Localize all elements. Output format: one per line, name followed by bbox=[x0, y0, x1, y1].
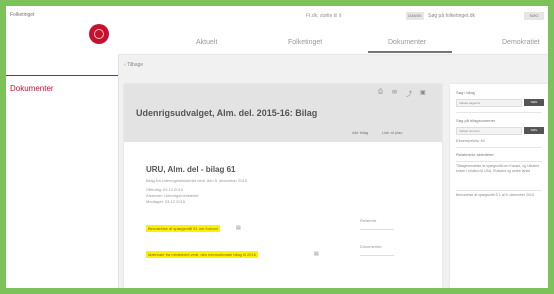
top-link[interactable]: Ft.dk; støtte til it bbox=[306, 13, 341, 19]
share-icon[interactable]: ⤴ bbox=[406, 89, 412, 98]
meta-sender: Afsender: Udenrigsministeriet bbox=[146, 193, 199, 198]
sidebar-divider bbox=[6, 75, 118, 76]
document-panel: ⎙ ✉ ⤴ ▣ Udenrigsudvalget, Alm. del. 2015… bbox=[124, 84, 442, 288]
nav-active-indicator bbox=[368, 51, 452, 53]
meta-received: Modtaget: 03.12.2015 bbox=[146, 199, 185, 204]
bilag-number-hint: Eksempelvis: 61 bbox=[456, 138, 486, 143]
related-item-2[interactable]: Besvarelse af spørgsmål S 1 af 5. decemb… bbox=[456, 193, 542, 198]
sidebar: Folketinget Dokumenter bbox=[6, 6, 119, 288]
site-search-button[interactable]: SØG bbox=[524, 12, 544, 20]
bilag-number-input[interactable]: Indtast nummer bbox=[456, 127, 522, 135]
divider bbox=[456, 161, 542, 162]
bookmark-icon[interactable]: ▣ bbox=[420, 89, 426, 96]
nav-item-dokumenter[interactable]: Dokumenter bbox=[388, 39, 426, 46]
site-search-input[interactable]: Søg på folketinget.dk bbox=[428, 13, 508, 19]
all-bilag-button[interactable]: Alle bilag bbox=[352, 128, 368, 137]
related-label: Relateret bbox=[360, 218, 377, 223]
document-link-1[interactable]: Besvarelse af spørgsmål 91 om Kobani bbox=[146, 225, 220, 232]
right-panel: Søg i bilag Indtast søgeord SØG Søg på b… bbox=[450, 84, 548, 288]
bilag-number-title: Søg på bilagsnummer bbox=[456, 118, 496, 123]
divider bbox=[456, 147, 542, 148]
bilag-subtitle: Bilag fra Udenrigsministeriet vedr. den … bbox=[146, 178, 247, 183]
site-name[interactable]: Folketinget bbox=[10, 12, 34, 18]
top-bar: Ft.dk; støtte til it DANSK Søg på folket… bbox=[118, 6, 548, 30]
page-title: Udenrigsudvalget, Alm. del. 2015-16: Bil… bbox=[136, 108, 318, 118]
divider bbox=[360, 229, 394, 230]
mail-icon[interactable]: ✉ bbox=[392, 89, 397, 96]
language-button[interactable]: DANSK bbox=[406, 12, 424, 20]
bilag-title: URU, Alm. del - bilag 61 bbox=[146, 165, 236, 174]
search-bilag-input[interactable]: Indtast søgeord bbox=[456, 99, 522, 107]
meta-date: Offentlig: 03.12.2015 bbox=[146, 187, 184, 192]
pdf-icon[interactable]: ▤ bbox=[314, 251, 319, 257]
nav-item-aktuelt[interactable]: Aktuelt bbox=[196, 39, 217, 46]
main-nav: Aktuelt Folketinget Dokumenter Demokrati… bbox=[118, 30, 548, 55]
parliament-logo[interactable] bbox=[89, 24, 109, 44]
plan-button[interactable]: Ude af plan bbox=[382, 128, 402, 137]
nav-item-folketinget[interactable]: Folketinget bbox=[288, 39, 322, 46]
print-icon[interactable]: ⎙ bbox=[378, 89, 383, 96]
divider bbox=[360, 255, 394, 256]
documents-label: Dokumenter bbox=[360, 244, 382, 249]
nav-item-demokratiet[interactable]: Demokratiet bbox=[502, 39, 540, 46]
divider bbox=[456, 190, 542, 191]
related-item-1[interactable]: Tilbagesendelse af spørgsmål om Kobani, … bbox=[456, 164, 542, 174]
search-bilag-title: Søg i bilag bbox=[456, 90, 475, 95]
document-link-2[interactable]: Materiale fra ministeriet vedr. den inte… bbox=[146, 251, 258, 258]
search-bilag-button[interactable]: SØG bbox=[524, 99, 544, 106]
browser-viewport: Folketinget Dokumenter Ft.dk; støtte til… bbox=[6, 6, 548, 288]
sidebar-item-dokumenter[interactable]: Dokumenter bbox=[10, 84, 54, 93]
pdf-icon[interactable]: ▤ bbox=[236, 225, 241, 231]
breadcrumb[interactable]: ‹ Tilbage bbox=[124, 62, 143, 68]
divider bbox=[456, 112, 542, 113]
document-header: ⎙ ✉ ⤴ ▣ Udenrigsudvalget, Alm. del. 2015… bbox=[124, 84, 442, 142]
related-activities-title: Relaterede aktiviteter bbox=[456, 152, 494, 157]
bilag-number-button[interactable]: SØG bbox=[524, 127, 544, 134]
